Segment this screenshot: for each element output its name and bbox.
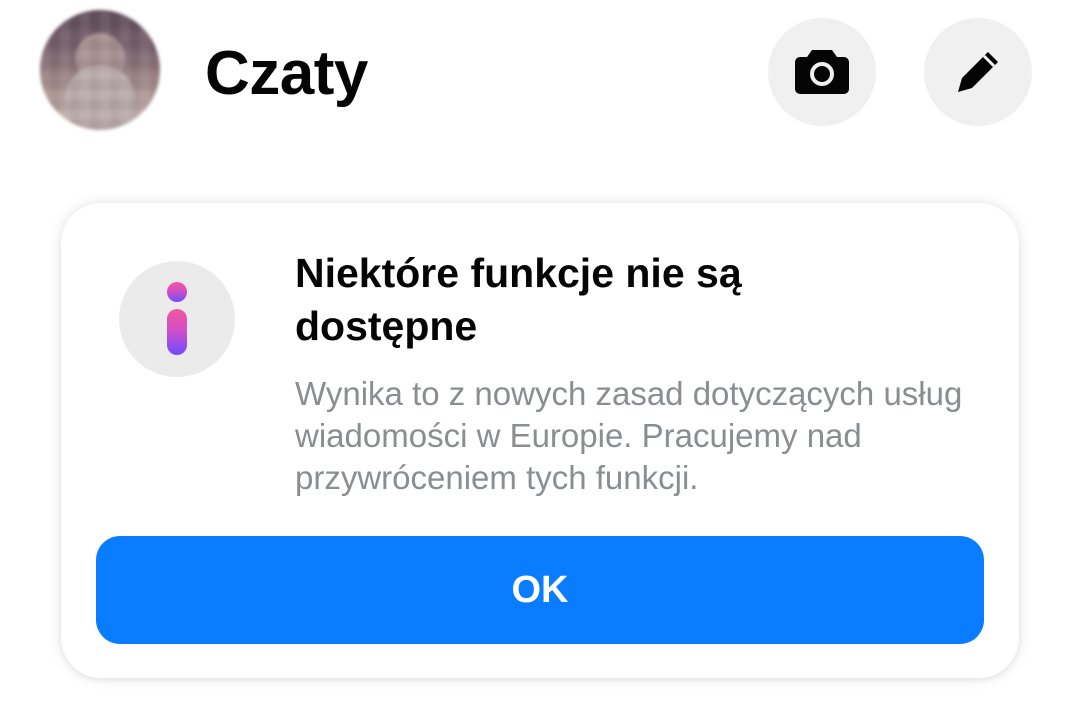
info-icon (162, 281, 192, 357)
ok-button[interactable]: OK (96, 536, 984, 644)
new-message-button[interactable] (924, 18, 1032, 126)
notice-card: Niektóre funkcje nie są dostępne Wynika … (61, 203, 1019, 678)
camera-icon (794, 48, 850, 96)
avatar[interactable] (40, 10, 160, 130)
notice-description: Wynika to z nowych zasad dotyczących usł… (295, 375, 963, 496)
pencil-icon (953, 47, 1003, 97)
info-badge (119, 261, 235, 377)
notice-title: Niektóre funkcje nie są dostępne (295, 250, 742, 349)
page-title: Czaty (205, 39, 368, 108)
avatar-pixelation (40, 10, 160, 130)
camera-button[interactable] (768, 18, 876, 126)
